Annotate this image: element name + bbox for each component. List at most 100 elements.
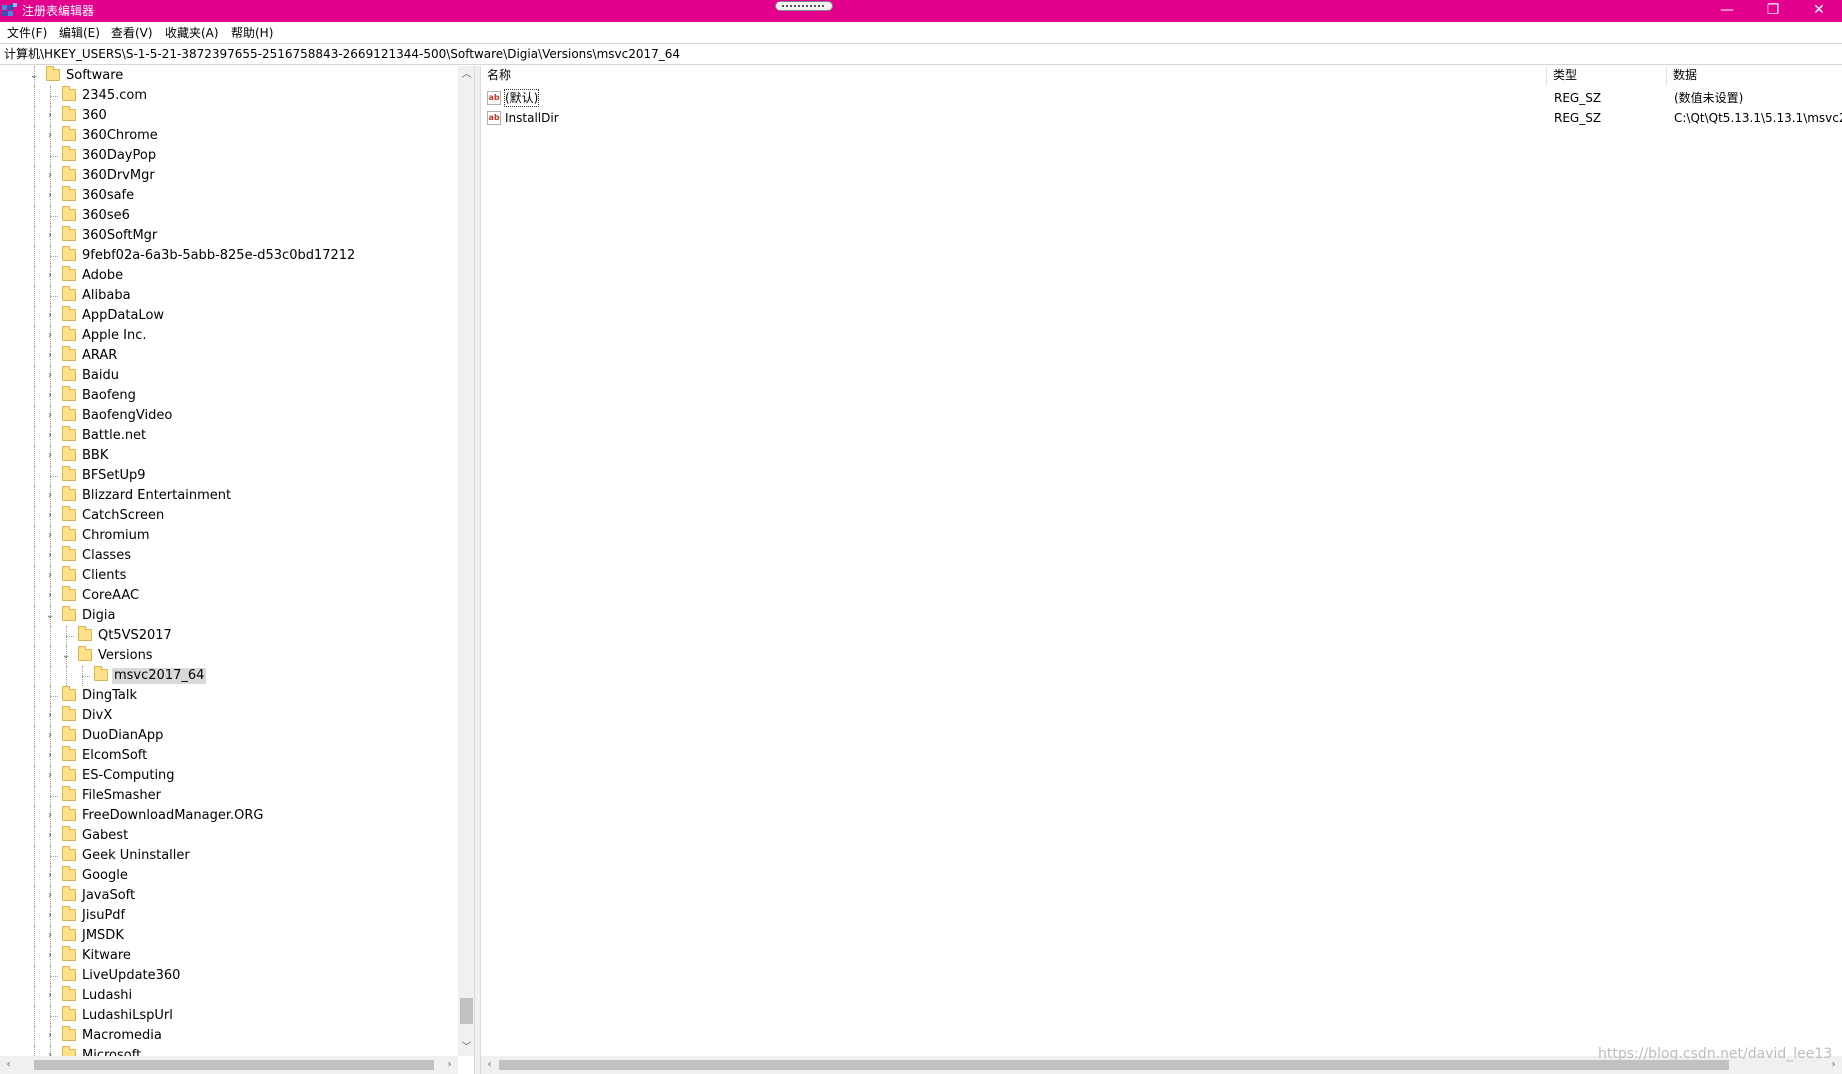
chevron-right-icon[interactable]: ›	[44, 330, 56, 342]
chevron-right-icon[interactable]: ›	[44, 750, 56, 762]
chevron-right-icon[interactable]: ›	[44, 550, 56, 562]
tree-node[interactable]: DingTalk	[0, 686, 458, 706]
tree-node[interactable]: › 360SoftMgr	[0, 226, 458, 246]
tree-node[interactable]: FileSmasher	[0, 786, 458, 806]
chevron-right-icon[interactable]: ›	[44, 950, 56, 962]
tree-node[interactable]: Alibaba	[0, 286, 458, 306]
tree-node[interactable]: ⌄ Versions	[0, 646, 458, 666]
chevron-right-icon[interactable]: ›	[44, 230, 56, 242]
chevron-right-icon[interactable]: ›	[44, 130, 56, 142]
chevron-right-icon[interactable]: ›	[44, 350, 56, 362]
tree-node[interactable]: › Gabest	[0, 826, 458, 846]
tree-node[interactable]: 2345.com	[0, 86, 458, 106]
list-hscroll-thumb[interactable]	[499, 1060, 1729, 1070]
chevron-right-icon[interactable]: ›	[44, 890, 56, 902]
tree-node[interactable]: › CoreAAC	[0, 586, 458, 606]
tree-node[interactable]: › JMSDK	[0, 926, 458, 946]
scroll-left-icon[interactable]: ‹	[0, 1056, 17, 1073]
tree-node[interactable]: › 360Chrome	[0, 126, 458, 146]
tree-horizontal-scrollbar[interactable]: ‹ ›	[0, 1056, 458, 1074]
tree-node[interactable]: › ES-Computing	[0, 766, 458, 786]
menu-edit[interactable]: 编辑(E)	[59, 25, 100, 41]
tree-node[interactable]: › Baidu	[0, 366, 458, 386]
tree-node[interactable]: › CatchScreen	[0, 506, 458, 526]
tree-node[interactable]: › ElcomSoft	[0, 746, 458, 766]
tree-node[interactable]: › 360safe	[0, 186, 458, 206]
column-header-type[interactable]: 类型	[1547, 66, 1667, 86]
scroll-left-icon[interactable]: ‹	[481, 1056, 498, 1073]
chevron-right-icon[interactable]: ›	[44, 390, 56, 402]
tree-scroll-thumb[interactable]	[460, 998, 473, 1024]
scroll-right-icon[interactable]: ›	[441, 1056, 458, 1073]
tree-node[interactable]: › Chromium	[0, 526, 458, 546]
menu-file[interactable]: 文件(F)	[7, 25, 47, 41]
chevron-down-icon[interactable]: ⌄	[44, 610, 56, 622]
chevron-right-icon[interactable]: ›	[44, 730, 56, 742]
tree-node[interactable]: › BaofengVideo	[0, 406, 458, 426]
address-path[interactable]: 计算机\HKEY_USERS\S-1-5-21-3872397655-25167…	[4, 47, 680, 62]
chevron-right-icon[interactable]: ›	[44, 510, 56, 522]
chevron-right-icon[interactable]: ›	[44, 990, 56, 1002]
chevron-right-icon[interactable]: ›	[44, 710, 56, 722]
menu-view[interactable]: 查看(V)	[111, 25, 153, 41]
tree-node[interactable]: › Google	[0, 866, 458, 886]
tree-vertical-scrollbar[interactable]: ︿ ﹀	[458, 66, 474, 1056]
tree-node[interactable]: › Ludashi	[0, 986, 458, 1006]
menu-help[interactable]: 帮助(H)	[231, 25, 273, 41]
column-header-name[interactable]: 名称	[481, 66, 1547, 86]
value-row[interactable]: ab (默认) REG_SZ (数值未设置)	[481, 88, 1842, 108]
tree-node[interactable]: ⌄ Digia	[0, 606, 458, 626]
chevron-right-icon[interactable]: ›	[44, 110, 56, 122]
chevron-right-icon[interactable]: ›	[44, 170, 56, 182]
tree-node[interactable]: › FreeDownloadManager.ORG	[0, 806, 458, 826]
maximize-button[interactable]: ❐	[1750, 0, 1796, 22]
tree-node[interactable]: 360DayPop	[0, 146, 458, 166]
tree-node[interactable]: 360se6	[0, 206, 458, 226]
tree-node[interactable]: › Battle.net	[0, 426, 458, 446]
title-bar[interactable]: 注册表编辑器 — ❐ ✕	[0, 0, 1842, 22]
tree-node[interactable]: › Apple Inc.	[0, 326, 458, 346]
menu-favorites[interactable]: 收藏夹(A)	[165, 25, 219, 41]
tree-node[interactable]: › JisuPdf	[0, 906, 458, 926]
tree-node[interactable]: LiveUpdate360	[0, 966, 458, 986]
tree-node[interactable]: › 360	[0, 106, 458, 126]
tree-node[interactable]: › Classes	[0, 546, 458, 566]
tree-node[interactable]: › ARAR	[0, 346, 458, 366]
chevron-right-icon[interactable]: ›	[44, 770, 56, 782]
tree-node[interactable]: › Clients	[0, 566, 458, 586]
tree-node[interactable]: › JavaSoft	[0, 886, 458, 906]
scroll-down-icon[interactable]: ﹀	[458, 1039, 474, 1056]
tree-node[interactable]: › DuoDianApp	[0, 726, 458, 746]
close-button[interactable]: ✕	[1796, 0, 1842, 22]
chevron-right-icon[interactable]: ›	[44, 1030, 56, 1042]
chevron-right-icon[interactable]: ›	[44, 590, 56, 602]
chevron-right-icon[interactable]: ›	[44, 450, 56, 462]
chevron-down-icon[interactable]: ⌄	[28, 70, 40, 82]
minimize-button[interactable]: —	[1704, 0, 1750, 22]
chevron-right-icon[interactable]: ›	[44, 370, 56, 382]
tree-node[interactable]: › DivX	[0, 706, 458, 726]
value-row[interactable]: ab InstallDir REG_SZ C:\Qt\Qt5.13.1\5.13…	[481, 108, 1842, 128]
address-bar[interactable]: 计算机\HKEY_USERS\S-1-5-21-3872397655-25167…	[0, 43, 1842, 65]
drag-handle[interactable]	[775, 1, 833, 11]
chevron-right-icon[interactable]: ›	[44, 410, 56, 422]
chevron-right-icon[interactable]: ›	[44, 830, 56, 842]
chevron-right-icon[interactable]: ›	[44, 870, 56, 882]
tree-node[interactable]: Qt5VS2017	[0, 626, 458, 646]
chevron-right-icon[interactable]: ›	[44, 570, 56, 582]
tree-node[interactable]: › Adobe	[0, 266, 458, 286]
chevron-down-icon[interactable]: ⌄	[60, 650, 72, 662]
chevron-right-icon[interactable]: ›	[44, 530, 56, 542]
scroll-up-icon[interactable]: ︿	[458, 66, 474, 83]
chevron-right-icon[interactable]: ›	[44, 310, 56, 322]
tree-hscroll-thumb[interactable]	[34, 1060, 434, 1070]
tree-node[interactable]: › Macromedia	[0, 1026, 458, 1046]
chevron-right-icon[interactable]: ›	[44, 190, 56, 202]
chevron-right-icon[interactable]: ›	[44, 910, 56, 922]
tree-node[interactable]: › Baofeng	[0, 386, 458, 406]
tree-node[interactable]: › Microsoft	[0, 1046, 458, 1056]
tree-node[interactable]: BFSetUp9	[0, 466, 458, 486]
tree-node[interactable]: › Blizzard Entertainment	[0, 486, 458, 506]
tree-node[interactable]: › BBK	[0, 446, 458, 466]
chevron-right-icon[interactable]: ›	[44, 430, 56, 442]
